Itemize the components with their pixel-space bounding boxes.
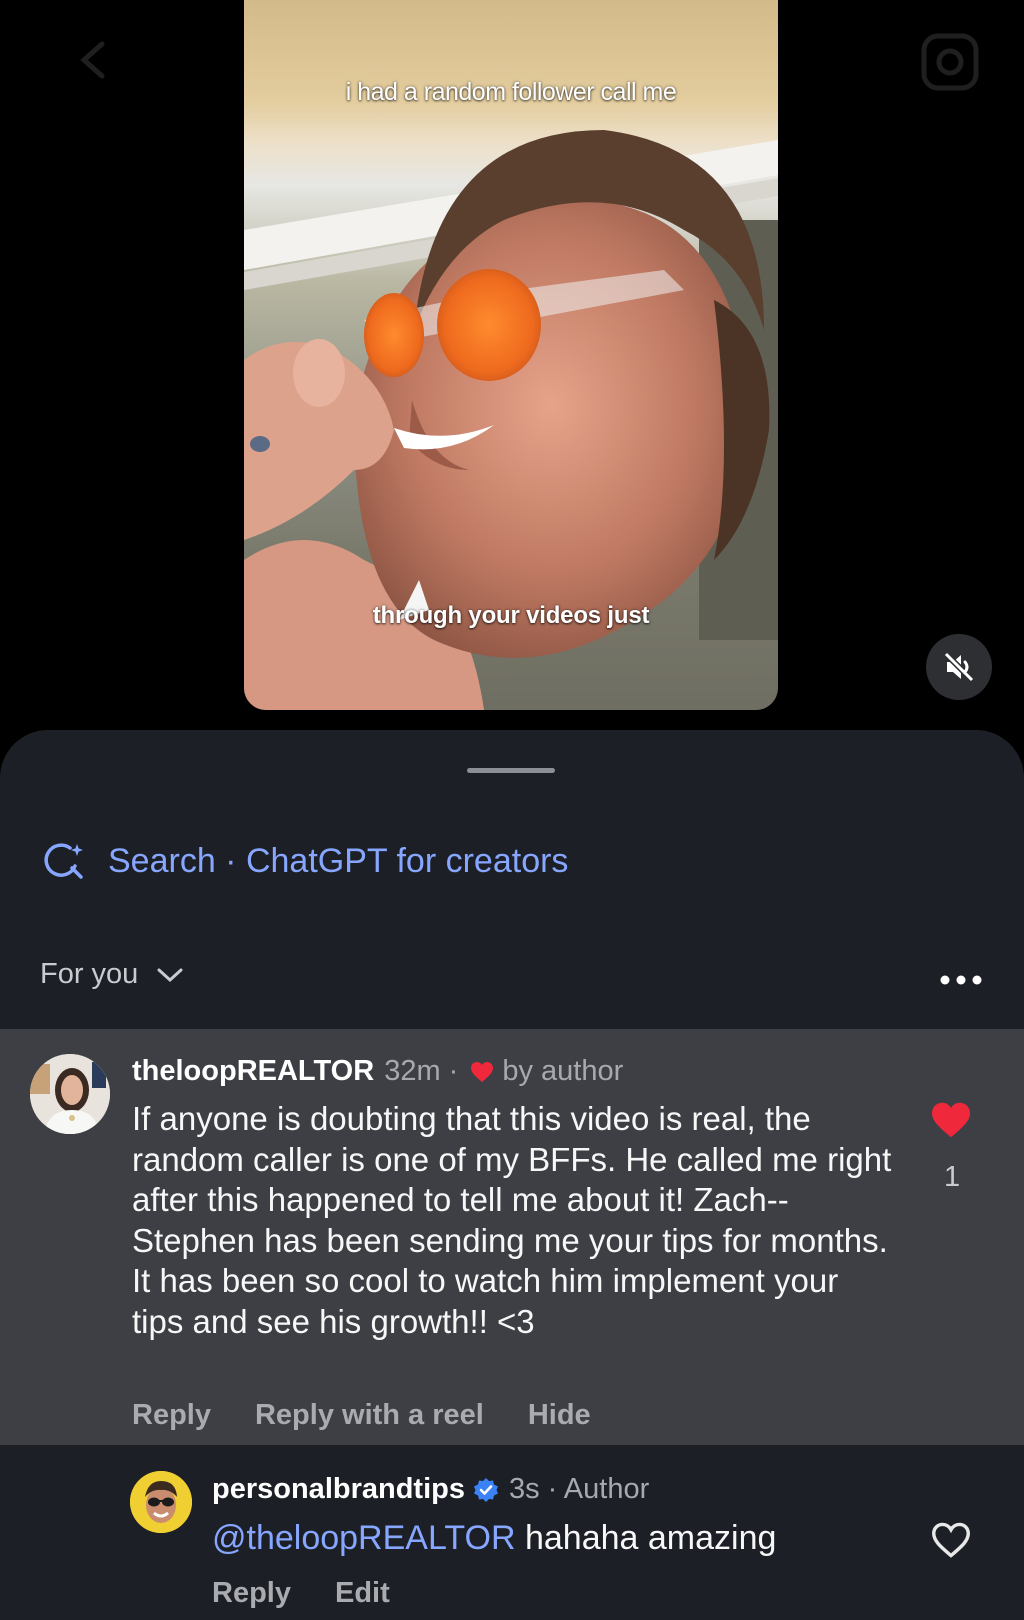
- profile-photo: [130, 1471, 192, 1533]
- reply-time-author: 3s · Author: [509, 1473, 650, 1505]
- reply-button[interactable]: Reply: [212, 1577, 291, 1610]
- avatar[interactable]: [130, 1471, 192, 1533]
- reply-with-reel-button[interactable]: Reply with a reel: [255, 1399, 484, 1432]
- like-heart-filled-icon[interactable]: [930, 1101, 972, 1139]
- more-options-icon[interactable]: [940, 974, 982, 986]
- verified-badge-icon: [474, 1477, 498, 1502]
- comment-sort-dropdown[interactable]: For you: [40, 958, 184, 991]
- back-arrow-icon[interactable]: [78, 40, 108, 80]
- avatar[interactable]: [30, 1054, 110, 1134]
- ai-search-bar[interactable]: Search · ChatGPT for creators: [44, 840, 568, 882]
- video-caption-bottom: through your videos just: [372, 602, 650, 629]
- chevron-down-icon: [157, 968, 183, 982]
- speaker-muted-icon: [943, 651, 975, 683]
- reply-username[interactable]: personalbrandtips: [212, 1473, 465, 1506]
- mention-link[interactable]: @theloopREALTOR: [212, 1519, 516, 1557]
- reply-item: personalbrandtips 3s · Author @theloopRE…: [0, 1445, 1024, 1620]
- reply-text: @theloopREALTOR hahaha amazing: [212, 1519, 776, 1558]
- profile-photo: [30, 1054, 110, 1134]
- reply-header: personalbrandtips 3s · Author: [212, 1473, 649, 1506]
- like-heart-outline-icon[interactable]: [930, 1521, 972, 1559]
- ai-search-text: Search · ChatGPT for creators: [108, 841, 569, 880]
- reply-body: hahaha amazing: [524, 1519, 777, 1557]
- comment-username[interactable]: theloopREALTOR: [132, 1055, 374, 1088]
- comment-header: theloopREALTOR 32m · by author: [132, 1055, 623, 1088]
- comment-time: 32m ·: [384, 1055, 459, 1087]
- reel-video[interactable]: i had a random follower call me through …: [244, 0, 778, 710]
- comment-actions: Reply Reply with a reel Hide: [132, 1399, 635, 1432]
- video-caption-top: i had a random follower call me: [345, 78, 677, 106]
- drag-handle[interactable]: [467, 768, 555, 773]
- comment-item: theloopREALTOR 32m · by author If anyone…: [0, 1029, 1024, 1445]
- liked-by-author-label: by author: [502, 1055, 624, 1087]
- camera-icon[interactable]: [920, 32, 980, 92]
- hide-button[interactable]: Hide: [528, 1399, 591, 1432]
- comment-text: If anyone is doubting that this video is…: [132, 1100, 892, 1340]
- reply-button[interactable]: Reply: [132, 1399, 211, 1432]
- ai-search-sparkle-icon: [44, 843, 83, 879]
- video-viewer: i had a random follower call me through …: [0, 0, 1024, 740]
- mute-button[interactable]: [926, 634, 992, 700]
- heart-icon: [471, 1061, 494, 1082]
- like-count: 1: [944, 1161, 961, 1193]
- sort-label: For you: [40, 958, 139, 990]
- reply-actions: Reply Edit: [212, 1577, 434, 1610]
- edit-button[interactable]: Edit: [335, 1577, 390, 1610]
